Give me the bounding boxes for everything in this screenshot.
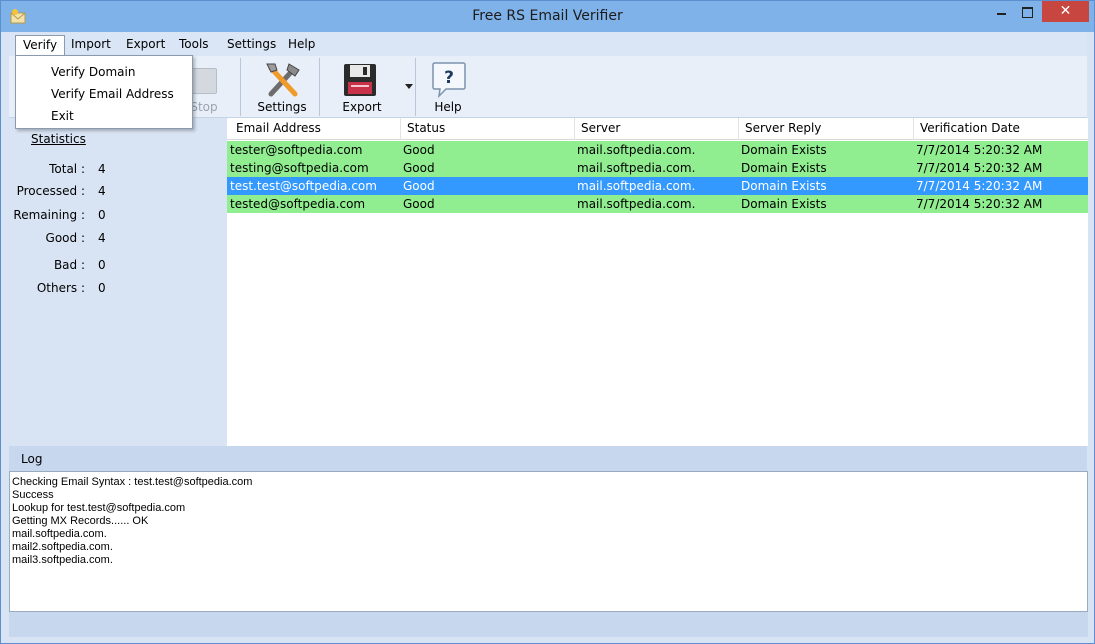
table-row-selected[interactable]: test.test@softpedia.com Good mail.softpe…	[227, 177, 1088, 195]
title-bar[interactable]: Free RS Email Verifier ✕	[1, 1, 1094, 32]
stat-value: 0	[98, 281, 106, 295]
chevron-down-icon[interactable]	[405, 84, 413, 89]
log-line: Checking Email Syntax : test.test@softpe…	[12, 476, 253, 488]
column-divider[interactable]	[913, 118, 914, 140]
stat-label: Remaining :	[13, 208, 85, 222]
stat-label: Total :	[49, 162, 85, 176]
settings-label: Settings	[257, 100, 307, 114]
table-row[interactable]: tested@softpedia.com Good mail.softpedia…	[227, 195, 1088, 213]
stat-label: Bad :	[53, 258, 85, 272]
log-line: mail2.softpedia.com.	[12, 541, 113, 553]
statistics-title: Statistics	[31, 132, 86, 146]
cell-verification-date: 7/7/2014 5:20:32 AM	[916, 179, 1043, 193]
minimize-button[interactable]	[988, 1, 1014, 22]
menu-tools[interactable]: Tools	[172, 35, 216, 55]
settings-button[interactable]: Settings	[249, 58, 315, 116]
tools-icon	[263, 60, 303, 100]
window-title: Free RS Email Verifier	[472, 8, 623, 24]
cell-server: mail.softpedia.com.	[577, 143, 696, 157]
stat-value: 0	[98, 258, 106, 272]
toolbar-separator	[240, 58, 241, 116]
column-header-status[interactable]: Status	[407, 121, 445, 135]
menu-item-exit[interactable]: Exit	[51, 109, 74, 123]
help-question-icon: ?	[430, 61, 468, 99]
verify-dropdown-menu: Verify Domain Verify Email Address Exit	[15, 55, 193, 129]
cell-server: mail.softpedia.com.	[577, 197, 696, 211]
export-button[interactable]: Export	[327, 58, 413, 116]
svg-text:?: ?	[444, 68, 454, 88]
status-bar	[9, 612, 1088, 637]
column-divider[interactable]	[738, 118, 739, 140]
cell-status: Good	[403, 161, 435, 175]
cell-server: mail.softpedia.com.	[577, 161, 696, 175]
menu-item-verify-domain[interactable]: Verify Domain	[51, 65, 135, 79]
menu-help[interactable]: Help	[281, 35, 322, 55]
stat-label: Processed :	[16, 184, 85, 198]
column-header-verification-date[interactable]: Verification Date	[920, 121, 1020, 135]
log-header: Log	[9, 446, 1087, 471]
cell-verification-date: 7/7/2014 5:20:32 AM	[916, 161, 1043, 175]
table-row[interactable]: testing@softpedia.com Good mail.softpedi…	[227, 159, 1088, 177]
log-line: Getting MX Records...... OK	[12, 515, 149, 527]
cell-verification-date: 7/7/2014 5:20:32 AM	[916, 197, 1043, 211]
stat-label: Good :	[45, 231, 85, 245]
stat-value: 4	[98, 231, 106, 245]
column-header-server[interactable]: Server	[581, 121, 620, 135]
column-header-email[interactable]: Email Address	[236, 121, 321, 135]
column-divider[interactable]	[574, 118, 575, 140]
cell-server-reply: Domain Exists	[741, 179, 827, 193]
menu-settings[interactable]: Settings	[220, 35, 283, 55]
cell-server-reply: Domain Exists	[741, 197, 827, 211]
stat-value: 0	[98, 208, 106, 222]
menu-export[interactable]: Export	[119, 35, 172, 55]
close-icon: ✕	[1059, 3, 1072, 19]
close-button[interactable]: ✕	[1042, 1, 1089, 22]
cell-status: Good	[403, 197, 435, 211]
help-button[interactable]: ? Help	[423, 58, 473, 116]
log-textarea[interactable]: Checking Email Syntax : test.test@softpe…	[9, 471, 1088, 612]
table-row[interactable]: tester@softpedia.com Good mail.softpedia…	[227, 141, 1088, 159]
menu-verify[interactable]: Verify	[15, 35, 66, 55]
log-line: mail3.softpedia.com.	[12, 554, 113, 566]
help-label: Help	[434, 100, 462, 114]
export-label: Export	[342, 100, 382, 114]
toolbar-separator	[415, 58, 416, 116]
cell-status: Good	[403, 143, 435, 157]
log-line: Lookup for test.test@softpedia.com	[12, 502, 186, 514]
statistics-panel: Statistics Total : 4 Processed : 4 Remai…	[9, 118, 227, 446]
log-line: mail.softpedia.com.	[12, 528, 107, 540]
app-window: Free RS Email Verifier ✕ Verify Import E…	[0, 0, 1095, 644]
floppy-disk-icon	[342, 62, 378, 98]
log-label: Log	[21, 452, 43, 466]
column-header-server-reply[interactable]: Server Reply	[745, 121, 821, 135]
cell-email: test.test@softpedia.com	[230, 179, 377, 193]
stat-label: Others :	[36, 281, 85, 295]
cell-email: tester@softpedia.com	[230, 143, 363, 157]
results-grid[interactable]: Email Address Status Server Server Reply…	[227, 118, 1088, 446]
cell-email: tested@softpedia.com	[230, 197, 366, 211]
cell-server: mail.softpedia.com.	[577, 179, 696, 193]
cell-server-reply: Domain Exists	[741, 143, 827, 157]
cell-verification-date: 7/7/2014 5:20:32 AM	[916, 143, 1043, 157]
cell-server-reply: Domain Exists	[741, 161, 827, 175]
stat-value: 4	[98, 184, 106, 198]
stat-value: 4	[98, 162, 106, 176]
log-line: Success	[12, 489, 54, 501]
cell-status: Good	[403, 179, 435, 193]
cell-email: testing@softpedia.com	[230, 161, 369, 175]
grid-header: Email Address Status Server Server Reply…	[227, 118, 1088, 140]
stop-icon	[189, 68, 217, 94]
column-divider[interactable]	[400, 118, 401, 140]
maximize-button[interactable]	[1014, 1, 1040, 22]
toolbar-separator	[319, 58, 320, 116]
menu-bar: Verify Import Export Tools Settings Help	[9, 32, 1087, 56]
menu-import[interactable]: Import	[64, 35, 118, 55]
menu-item-verify-email-address[interactable]: Verify Email Address	[51, 87, 174, 101]
